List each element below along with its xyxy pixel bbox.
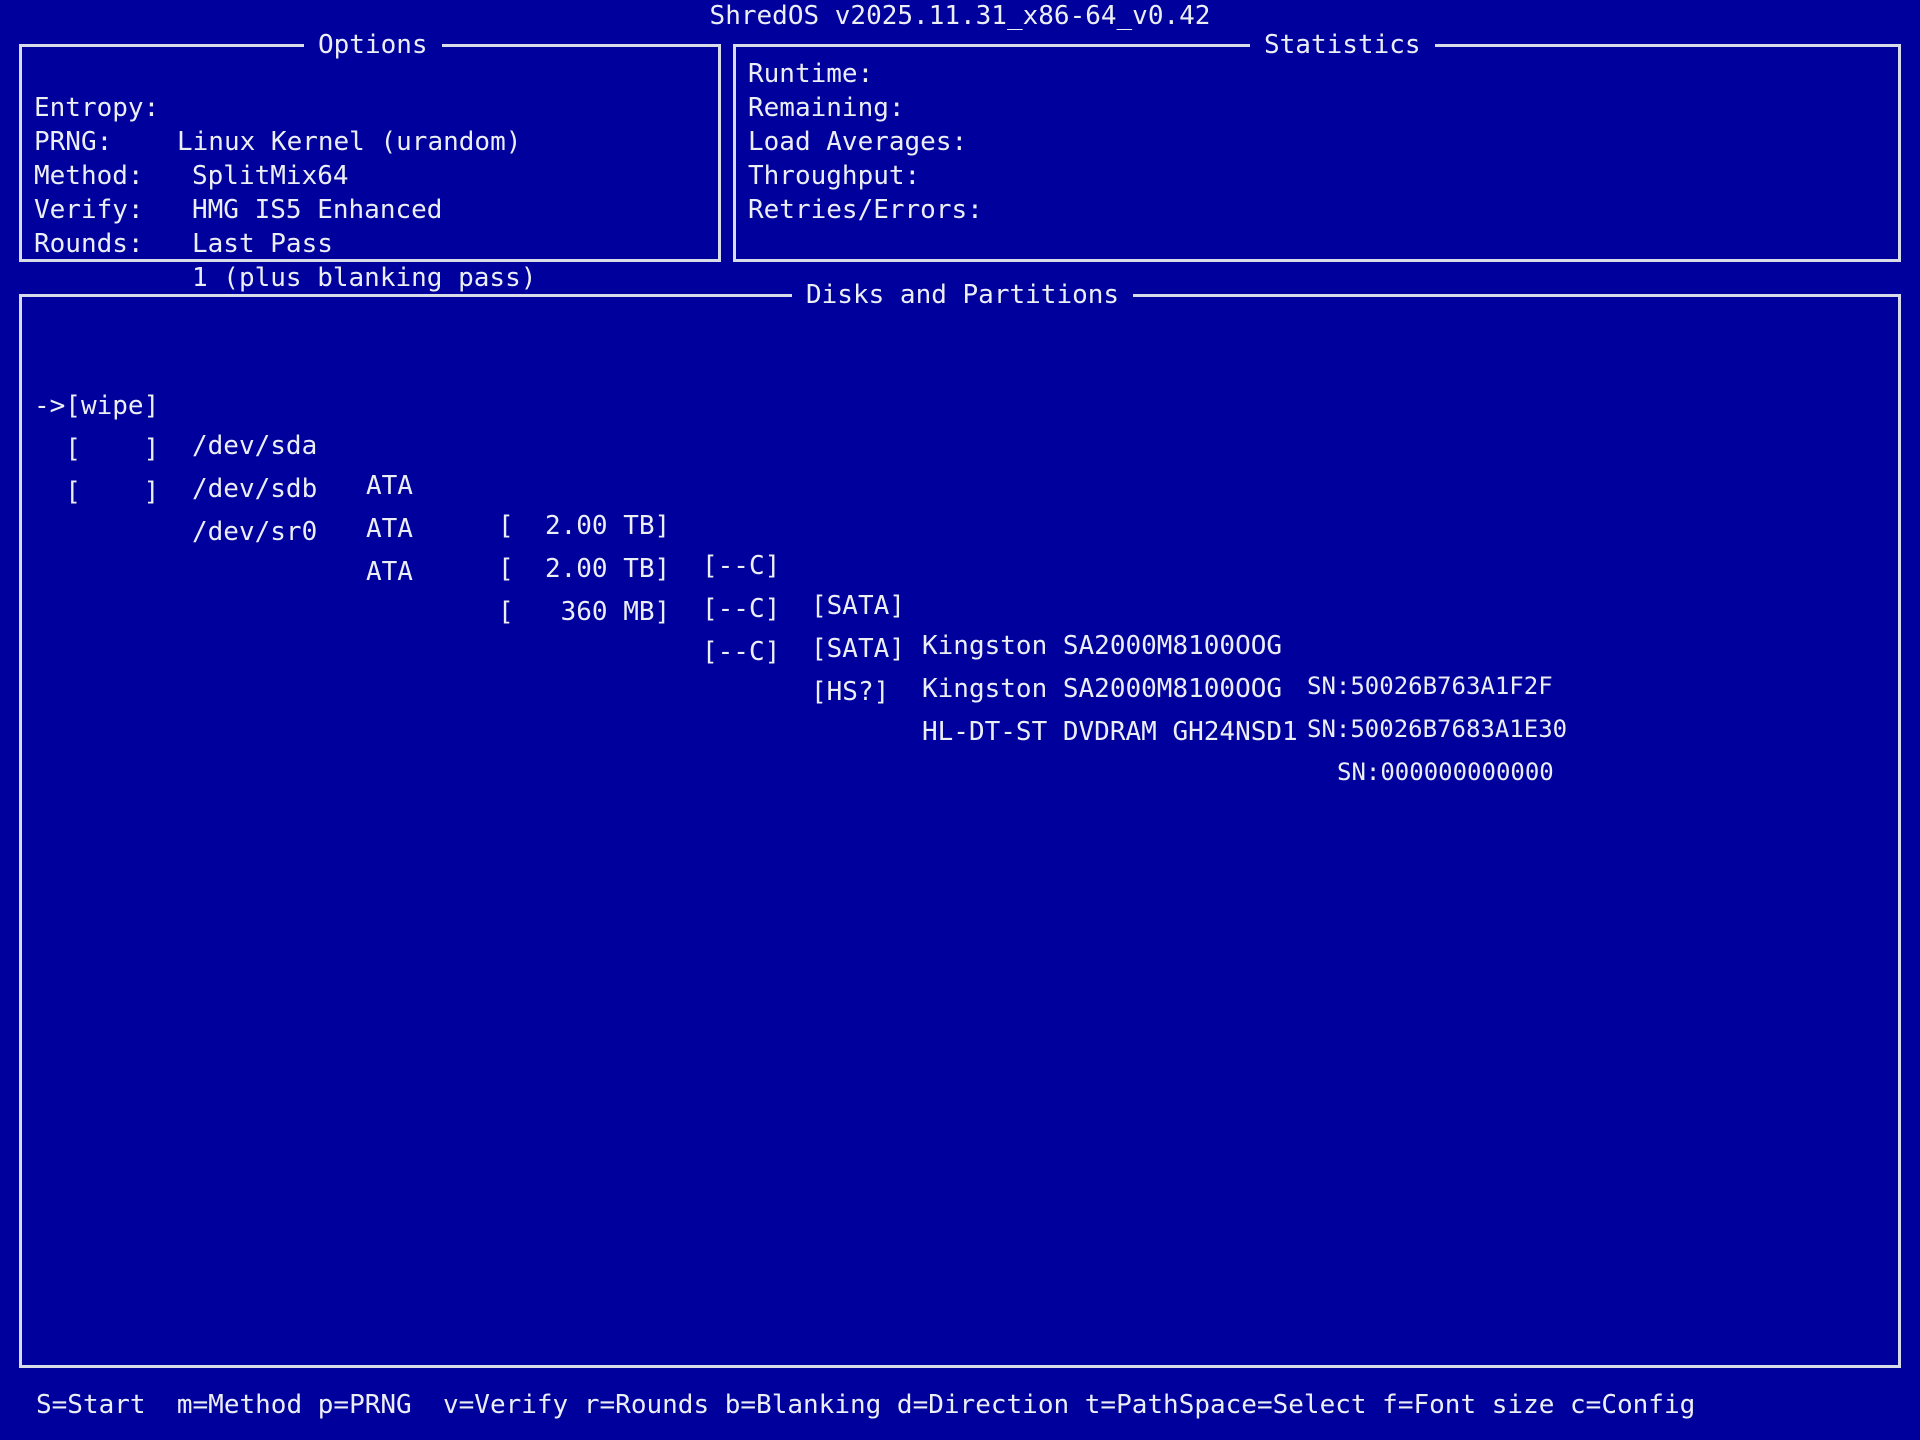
disk-interface: [SATA] [811,634,905,664]
disks-panel-title: Disks and Partitions [792,279,1134,311]
disk-selector[interactable]: [ ] [34,472,159,512]
stat-load-averages: Load Averages: [748,127,968,157]
key-help-bar: S=Start m=Method p=PRNG v=Verify r=Round… [36,1390,1696,1420]
disk-serial: SN:000000000000 [1337,758,1554,786]
disk-bus: ATA [366,471,413,501]
disk-flags: [--C] [702,637,781,667]
disk-model: HL-DT-ST DVDRAM GH24NSD1 [922,717,1298,747]
disk-interface: [HS?] [811,677,890,707]
disk-flags: [--C] [702,551,781,581]
options-panel-title: Options [304,29,442,61]
disks-panel: Disks and Partitions ->[wipe] /dev/sda A… [19,279,1901,1368]
stat-retries-errors: Retries/Errors: [748,195,983,225]
option-label: Rounds: [34,229,144,259]
disk-size: [ 2.00 TB] [498,511,671,541]
disk-device: /dev/sdb [192,474,318,504]
disk-size: [ 360 MB] [498,597,671,627]
disk-serial: SN:50026B763A1F2F [1307,672,1553,700]
statistics-panel-title: Statistics [1250,29,1435,61]
option-value: SplitMix64 [192,161,349,191]
disk-device: /dev/sr0 [192,517,318,547]
options-panel: Options Entropy: Linux Kernel (urandom) … [19,29,721,293]
disk-model: Kingston SA2000M8100OOG [922,674,1283,704]
disk-row-sdb[interactable]: [ ] /dev/sdb ATA [ 2.00 TB] [--C] [SATA]… [22,389,1898,743]
option-value: 1 (plus blanking pass) [192,263,537,293]
option-value: Last Pass [192,229,333,259]
disk-flags: [--C] [702,594,781,624]
disk-model: Kingston SA2000M8100OOG [922,631,1283,661]
option-value: Linux Kernel (urandom) [177,127,522,157]
stat-remaining: Remaining: [748,93,905,123]
disk-bus: ATA [366,557,413,587]
stat-runtime: Runtime: [748,59,874,89]
disk-row-sda[interactable]: ->[wipe] /dev/sda ATA [ 2.00 TB] [--C] [… [22,346,1898,700]
disk-serial: SN:50026B7683A1E30 [1307,715,1568,743]
disk-interface: [SATA] [811,591,905,621]
stat-throughput: Throughput: [748,161,921,191]
disk-row-sr0[interactable]: [ ] /dev/sr0 ATA [ 360 MB] [--C] [HS?] H… [22,432,1898,786]
option-value: HMG IS5 Enhanced [192,195,443,225]
app-title: ShredOS v2025.11.31_x86-64_v0.42 [709,1,1211,31]
disk-bus: ATA [366,514,413,544]
disk-size: [ 2.00 TB] [498,554,671,584]
statistics-panel: Statistics Runtime: Remaining: Load Aver… [733,29,1901,262]
